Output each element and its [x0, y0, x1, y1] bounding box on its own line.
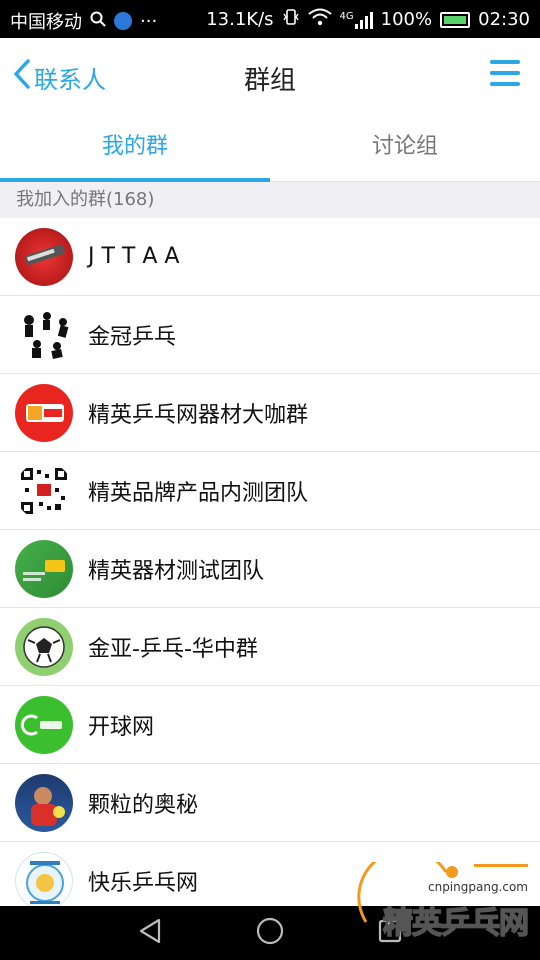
- section-header-joined-groups: 我加入的群(168): [0, 182, 540, 218]
- wifi-icon: [307, 8, 332, 31]
- group-avatar: [15, 227, 73, 286]
- watermark-domain: cnpingpang.com: [427, 880, 528, 894]
- signal-icon: [354, 11, 373, 29]
- tab-discussion-groups[interactable]: 讨论组: [270, 114, 540, 181]
- group-list: J T T A A 金冠乒乓 精英乒乓网器材大咖群 精英品牌产品内测团队 精英器…: [0, 218, 540, 920]
- group-name: 精英器材测试团队: [88, 558, 265, 584]
- app-header: 联系人 群组: [0, 38, 540, 114]
- clock: 02:30: [478, 9, 530, 30]
- list-item[interactable]: 颗粒的奥秘: [0, 764, 540, 842]
- group-name: 精英品牌产品内测团队: [88, 480, 309, 506]
- group-avatar: [15, 851, 73, 910]
- group-name: J T T A A: [88, 244, 180, 269]
- page-title: 群组: [243, 66, 296, 96]
- group-name: 精英乒乓网器材大咖群: [88, 402, 309, 428]
- list-item[interactable]: 开球网: [0, 686, 540, 764]
- group-avatar: [15, 773, 73, 832]
- group-avatar: [15, 617, 73, 676]
- group-name: 金亚-乒乓-华中群: [88, 636, 258, 662]
- status-bar: 中国移动 ··· 13.1K/s 4G 100% 02:30: [0, 0, 540, 38]
- group-avatar: [15, 383, 73, 442]
- list-item[interactable]: 金亚-乒乓-华中群: [0, 608, 540, 686]
- watermark-brand: 精英乒乓网: [382, 905, 530, 942]
- list-item[interactable]: 精英品牌产品内测团队: [0, 452, 540, 530]
- group-name: 颗粒的奥秘: [88, 792, 199, 818]
- group-name: 金冠乒乓: [88, 324, 177, 350]
- watermark-logo: cnpingpang.com 精英乒乓网: [356, 848, 532, 948]
- app-notification-icon: [114, 12, 132, 30]
- group-name: 快乐乒乓网: [88, 870, 199, 896]
- group-avatar: [15, 695, 73, 754]
- battery-percent: 100%: [380, 9, 433, 30]
- network-type: 4G: [339, 10, 354, 22]
- group-name: 开球网: [88, 714, 155, 740]
- list-item[interactable]: 精英器材测试团队: [0, 530, 540, 608]
- list-item[interactable]: 精英乒乓网器材大咖群: [0, 374, 540, 452]
- carrier-label: 中国移动: [10, 12, 82, 33]
- menu-button[interactable]: [490, 60, 522, 88]
- hamburger-icon: [490, 60, 520, 64]
- network-speed: 13.1K/s: [206, 9, 274, 30]
- group-avatar: [15, 539, 73, 598]
- battery-icon: [440, 11, 471, 28]
- group-avatar: [15, 305, 73, 364]
- list-item[interactable]: 金冠乒乓: [0, 296, 540, 374]
- tab-my-groups[interactable]: 我的群: [0, 114, 270, 182]
- more-notifications-icon: ···: [140, 10, 158, 32]
- group-avatar: [15, 461, 73, 520]
- tab-bar: 我的群 讨论组: [0, 114, 540, 182]
- search-icon: [90, 11, 106, 32]
- list-item[interactable]: J T T A A: [0, 218, 540, 296]
- back-triangle-icon[interactable]: [137, 917, 163, 949]
- home-circle-icon[interactable]: [255, 916, 285, 950]
- vibrate-icon: [282, 8, 300, 31]
